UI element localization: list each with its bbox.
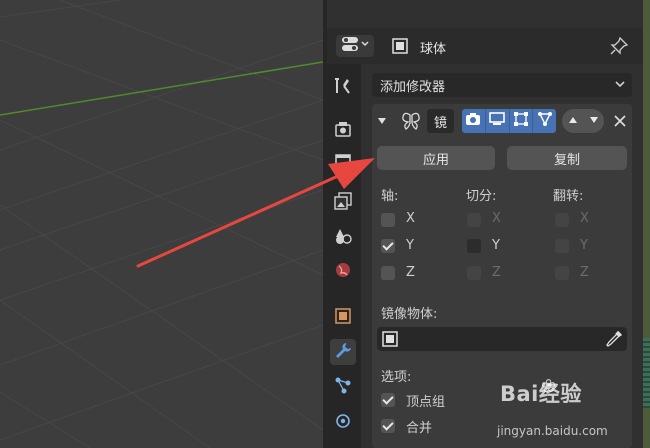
annotation-arrow <box>136 158 375 268</box>
